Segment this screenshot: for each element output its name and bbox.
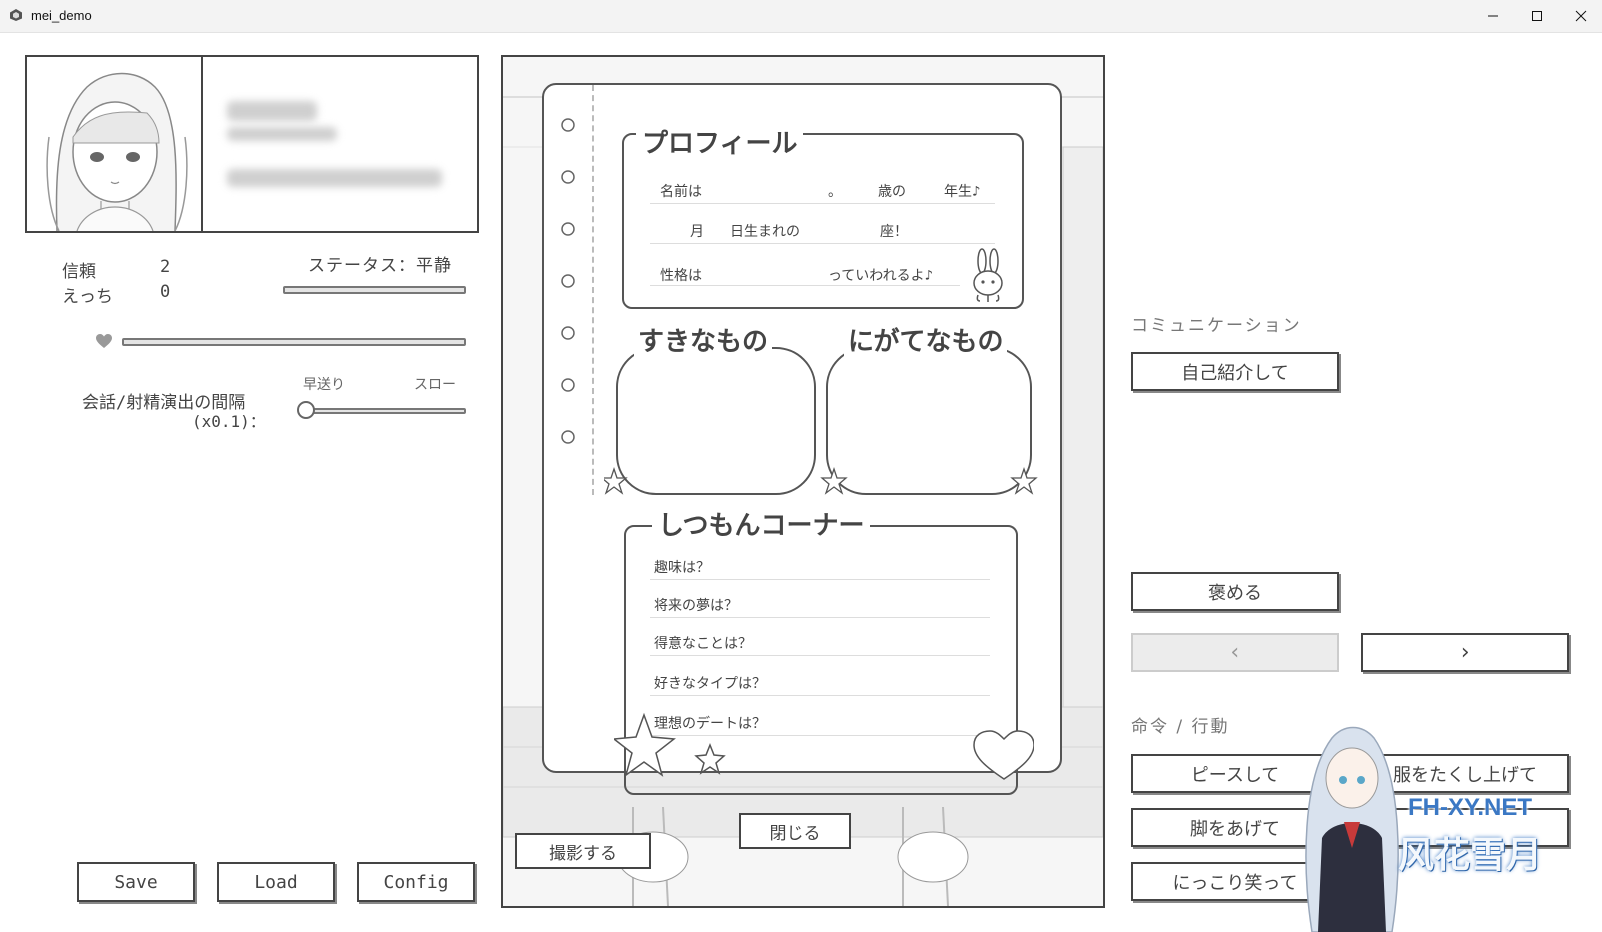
- question-line-2: [650, 617, 990, 618]
- bunny-doodle-icon: [973, 248, 1003, 302]
- load-button[interactable]: Load: [217, 862, 335, 902]
- photo-button[interactable]: 撮影する: [515, 833, 651, 869]
- watermark-name: 风花雪月: [1398, 835, 1543, 876]
- question-skill: 得意なことは？: [654, 636, 752, 652]
- maximize-button[interactable]: [1514, 0, 1560, 32]
- question-dream: 将来の夢は？: [654, 598, 738, 614]
- self-intro-button[interactable]: 自己紹介して: [1131, 352, 1339, 391]
- profile-birthday-label: 日生まれの: [730, 224, 800, 240]
- profile-line-1: [650, 203, 995, 204]
- ecchi-label: えっち: [62, 287, 113, 307]
- notebook-perforation: [592, 85, 594, 495]
- mascot-watermark-icon: [1305, 726, 1399, 932]
- previous-page-button[interactable]: ‹: [1131, 633, 1339, 672]
- likes-title: すきなもの: [634, 321, 773, 358]
- profile-personality-label: 性格は: [660, 268, 702, 284]
- close-profile-button[interactable]: 閉じる: [739, 813, 851, 849]
- watermark: FH-XY.NET 风花雪月: [1282, 718, 1582, 932]
- dislikes-title: にがてなもの: [844, 321, 1008, 358]
- speed-label-unit: (x0.1)：: [192, 412, 266, 431]
- profile-name-label: 名前は: [660, 184, 702, 200]
- slow-label: スロー: [414, 377, 456, 393]
- fast-label: 早送り: [303, 377, 345, 393]
- config-button[interactable]: Config: [357, 862, 475, 902]
- question-line-4: [650, 695, 990, 696]
- girl-portrait-sketch: [46, 72, 188, 231]
- trust-value: 2: [160, 257, 171, 277]
- info-redacted: [227, 169, 442, 187]
- app-icon: [10, 9, 22, 21]
- communication-label: コミュニケーション: [1131, 316, 1302, 336]
- question-title: しつもんコーナー: [652, 505, 871, 542]
- question-line-3: [650, 655, 990, 656]
- character-portrait: [27, 57, 203, 231]
- binder-holes: [561, 118, 575, 444]
- commands-label: 命令 / 行動: [1131, 717, 1230, 737]
- profile-grade-label: 年生♪: [944, 184, 981, 200]
- profile-title: プロフィール: [636, 123, 804, 160]
- profile-age-label: 歳の: [878, 184, 906, 200]
- profile-line-3: [650, 285, 960, 286]
- save-button[interactable]: Save: [77, 862, 195, 902]
- profile-name-end: 。: [828, 184, 842, 200]
- profile-zodiac-label: 座！: [880, 224, 908, 240]
- speed-slider-track[interactable]: [306, 408, 466, 414]
- star-doodles: [604, 466, 1038, 495]
- close-icon: [1575, 10, 1587, 22]
- watermark-site: FH-XY.NET: [1408, 794, 1533, 821]
- minimize-icon: [1488, 15, 1498, 17]
- question-line-1: [650, 579, 990, 580]
- speed-slider-handle[interactable]: [297, 401, 315, 419]
- question-hobby: 趣味は？: [654, 560, 710, 576]
- window-title: mei_demo: [31, 8, 92, 23]
- character-card: [25, 55, 479, 233]
- praise-button[interactable]: 褒める: [1131, 572, 1339, 611]
- question-type: 好きなタイプは？: [654, 676, 766, 692]
- close-window-button[interactable]: [1558, 0, 1602, 32]
- heart-icon: [96, 334, 112, 348]
- minimize-button[interactable]: [1470, 0, 1516, 32]
- profile-month-label: 月: [690, 224, 704, 240]
- affection-gauge: [122, 338, 466, 346]
- name-redacted: [227, 101, 317, 121]
- profile-personality-end: っていわれるよ♪: [828, 268, 934, 284]
- profile-line-2: [650, 243, 995, 244]
- next-page-button[interactable]: ›: [1361, 633, 1569, 672]
- name-sub-redacted: [227, 127, 337, 141]
- title-bar: mei_demo: [0, 0, 1602, 33]
- maximize-icon: [1532, 11, 1542, 21]
- profile-notebook: プロフィール 名前は 。 歳の 年生♪ 月 日生まれの 座！ 性格は っていわれ…: [542, 83, 1062, 795]
- status-gauge: [283, 286, 466, 294]
- profile-scene: プロフィール 名前は 。 歳の 年生♪ 月 日生まれの 座！ 性格は っていわれ…: [501, 55, 1105, 908]
- star-heart-doodles: [614, 712, 1034, 780]
- ecchi-value: 0: [160, 282, 171, 302]
- status-text: ステータス：平静: [308, 256, 452, 276]
- trust-label: 信頼: [62, 262, 96, 282]
